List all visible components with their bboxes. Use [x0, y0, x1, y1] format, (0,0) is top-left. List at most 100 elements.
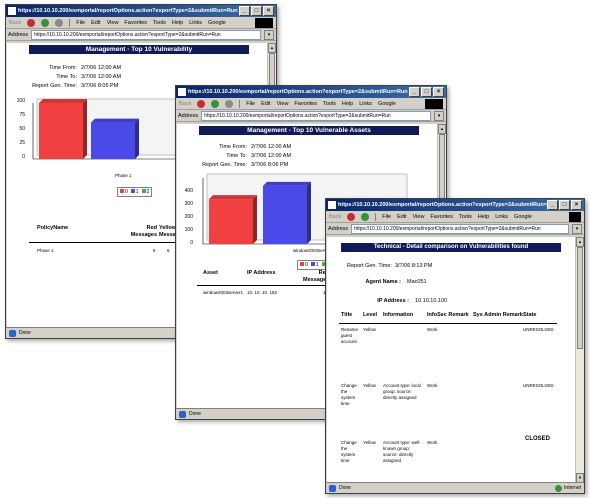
col-title-header: Title [341, 312, 353, 318]
title-bar[interactable]: https://10.10.10.200/esmportal/reportOpt… [6, 5, 276, 17]
minimize-button[interactable]: _ [409, 87, 420, 97]
col-asset-header: Asset [203, 270, 218, 276]
menu-favorites[interactable]: Favorites [294, 101, 317, 107]
stop-icon[interactable] [27, 18, 36, 27]
row-information: Account type: local group; source: direc… [383, 383, 421, 400]
legend-label: 2 [146, 189, 150, 195]
back-button[interactable]: Back [329, 214, 341, 220]
menu-view[interactable]: View [277, 101, 289, 107]
ie-icon [328, 201, 336, 209]
scroll-up-icon[interactable]: ▲ [268, 43, 276, 53]
ip-value: 10.10.10.100 [415, 298, 448, 304]
close-button[interactable]: × [571, 200, 582, 210]
menu-file[interactable]: File [246, 101, 255, 107]
menu-view[interactable]: View [107, 20, 119, 26]
menu-help[interactable]: Help [342, 101, 353, 107]
maximize-button[interactable]: □ [251, 6, 262, 16]
menu-view[interactable]: View [413, 214, 425, 220]
legend-swatch [310, 262, 315, 266]
legend-label: 0 [305, 262, 308, 268]
y-tick-label: 200 [184, 214, 193, 220]
google-toolbar[interactable]: Google [514, 214, 532, 220]
home-icon[interactable] [225, 99, 234, 108]
col-information-header: Information [383, 312, 414, 318]
minimize-button[interactable]: _ [239, 6, 250, 16]
address-input[interactable]: https://10.10.10.200/esmportal/reportOpt… [201, 110, 431, 121]
menu-favorites[interactable]: Favorites [124, 20, 147, 26]
title-bar[interactable]: https://10.10.10.200/esmportal/reportOpt… [326, 199, 584, 211]
scroll-up-icon[interactable]: ▲ [576, 237, 584, 247]
browser-window-3[interactable]: https://10.10.10.200/esmportal/reportOpt… [325, 198, 585, 494]
home-icon[interactable] [55, 18, 64, 27]
address-dropdown-icon[interactable]: ▾ [264, 29, 274, 40]
close-button[interactable]: × [433, 87, 444, 97]
menu-edit[interactable]: Edit [397, 214, 406, 220]
vertical-scrollbar[interactable]: ▲ ▼ [575, 237, 584, 483]
y-tick-label: 0 [22, 154, 25, 160]
y-tick-label: 100 [16, 98, 25, 104]
time-from-label: Time From: [49, 65, 77, 71]
legend-item: 1 [310, 262, 319, 268]
menu-help[interactable]: Help [478, 214, 489, 220]
legend-swatch [141, 189, 146, 193]
zone-text: Internet [564, 485, 581, 491]
links-button[interactable]: Links [359, 101, 372, 107]
google-toolbar[interactable]: Google [378, 101, 396, 107]
time-from-value: 2/7/06 12:00 AM [81, 65, 122, 71]
row-level: Yellow [363, 327, 376, 332]
menu-edit[interactable]: Edit [261, 101, 270, 107]
legend-swatch [130, 189, 135, 193]
stop-icon[interactable] [197, 99, 206, 108]
menu-file[interactable]: File [382, 214, 391, 220]
maximize-button[interactable]: □ [559, 200, 570, 210]
row-information: Account type: well-known group; source: … [383, 440, 421, 463]
google-toolbar[interactable]: Google [208, 20, 226, 26]
time-from-label: Time From: [219, 144, 247, 150]
address-dropdown-icon[interactable]: ▾ [434, 110, 444, 121]
address-label: Address [178, 112, 199, 119]
refresh-icon[interactable] [211, 99, 220, 108]
menu-tools[interactable]: Tools [153, 20, 166, 26]
legend-swatch [300, 262, 304, 266]
back-button[interactable]: Back [179, 101, 191, 107]
address-input[interactable]: https://10.10.10.200/esmportal/reportOpt… [31, 29, 261, 40]
address-input[interactable]: https://10.10.10.200/esmportal/reportOpt… [351, 223, 569, 234]
minimize-button[interactable]: _ [547, 200, 558, 210]
maximize-button[interactable]: □ [421, 87, 432, 97]
report-title: Management - Top 10 Vulnerability [29, 45, 249, 54]
menu-edit[interactable]: Edit [91, 20, 100, 26]
menu-tools[interactable]: Tools [323, 101, 336, 107]
legend-label: 1 [315, 262, 319, 268]
scroll-thumb[interactable] [577, 247, 583, 349]
stop-icon[interactable] [347, 212, 356, 221]
bar-1 [91, 118, 139, 159]
table-cell-yellow: 6 [167, 248, 170, 253]
col-policy-header: PolicyName [37, 225, 69, 231]
toolbar-separator [239, 99, 241, 108]
time-to-label: Time To: [56, 74, 77, 80]
links-button[interactable]: Links [495, 214, 508, 220]
close-button[interactable]: × [263, 6, 274, 16]
table-rule [339, 323, 557, 324]
address-label: Address [8, 31, 29, 38]
x-category-label: Phase 1 [115, 173, 132, 178]
refresh-icon[interactable] [41, 18, 50, 27]
status-text: Done [19, 330, 31, 336]
chart-legend: 0 1 2 [117, 187, 153, 197]
menu-favorites[interactable]: Favorites [430, 214, 453, 220]
refresh-icon[interactable] [361, 212, 370, 221]
menu-help[interactable]: Help [172, 20, 183, 26]
back-button[interactable]: Back [9, 20, 21, 26]
internet-zone-icon [555, 484, 563, 492]
scroll-up-icon[interactable]: ▲ [438, 124, 446, 134]
ie-throbber-icon [425, 98, 443, 109]
title-bar[interactable]: https://10.10.10.200/esmportal/reportOpt… [176, 86, 446, 98]
col-red-header: Red Messages [130, 225, 157, 238]
menu-file[interactable]: File [76, 20, 85, 26]
bar-0 [39, 99, 87, 159]
menu-bar: Back File Edit View Favorites Tools Help… [176, 98, 446, 110]
bar-0 [209, 195, 257, 244]
links-button[interactable]: Links [189, 20, 202, 26]
address-dropdown-icon[interactable]: ▾ [572, 223, 582, 234]
menu-tools[interactable]: Tools [459, 214, 472, 220]
